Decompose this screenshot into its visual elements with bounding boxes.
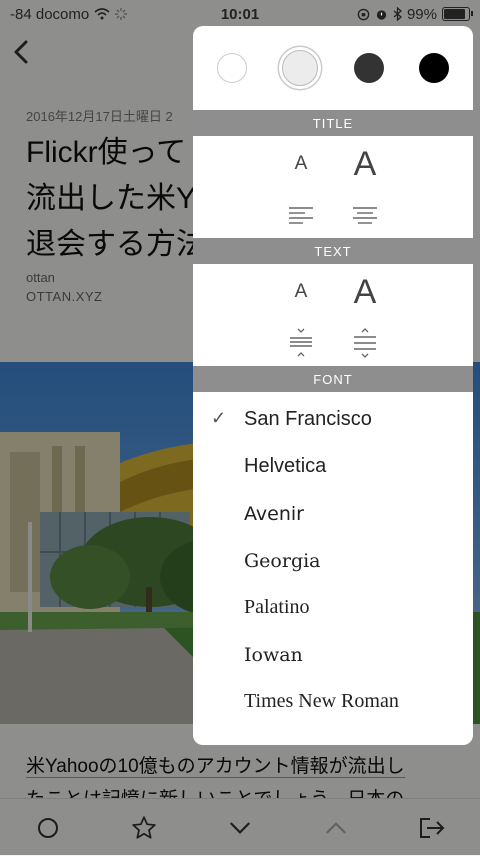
font-option-san-francisco[interactable]: ✓ San Francisco — [193, 396, 473, 443]
orientation-lock-icon — [357, 8, 370, 20]
carrier-label: -84 docomo — [10, 5, 90, 23]
line-spacing-decrease-button[interactable] — [289, 328, 313, 357]
font-option-label: Helvetica — [244, 455, 327, 477]
line-spacing-loose-icon — [354, 328, 376, 358]
loading-icon — [115, 8, 128, 20]
font-option-times-new-roman[interactable]: Times New Roman — [193, 678, 473, 725]
font-option-label: Avenir — [244, 502, 304, 525]
title-section-header: TITLE — [193, 110, 473, 136]
theme-light-gray-button[interactable] — [282, 50, 319, 86]
checkmark-icon: ✓ — [211, 408, 227, 428]
line-spacing-increase-button[interactable] — [353, 328, 377, 358]
bluetooth-icon — [393, 7, 402, 21]
wifi-icon — [94, 8, 110, 20]
text-size-row: A A — [193, 264, 473, 320]
text-size-decrease-button[interactable]: A — [289, 281, 313, 303]
battery-icon — [442, 7, 473, 21]
title-alignment-row — [193, 192, 473, 238]
status-bar: -84 docomo 10:01 99% — [0, 0, 480, 28]
line-spacing-tight-icon — [290, 328, 312, 357]
appearance-popover: TITLE A A TEXT A A FONT ✓ San Francisco … — [193, 26, 473, 745]
align-left-button[interactable] — [289, 203, 313, 227]
line-spacing-row — [193, 320, 473, 366]
title-size-row: A A — [193, 136, 473, 192]
font-option-label: Georgia — [244, 549, 321, 572]
align-center-icon — [353, 207, 377, 224]
font-option-palatino[interactable]: Palatino — [193, 584, 473, 631]
theme-white-button[interactable] — [216, 53, 247, 83]
align-left-icon — [289, 207, 313, 224]
font-list: ✓ San Francisco Helvetica Avenir Georgia… — [193, 392, 473, 725]
font-option-label: San Francisco — [244, 408, 372, 430]
font-option-iowan[interactable]: Iowan — [193, 631, 473, 678]
battery-percent: 99% — [406, 5, 437, 23]
alarm-icon — [376, 9, 387, 20]
theme-row — [193, 26, 473, 110]
text-size-increase-button[interactable]: A — [353, 273, 377, 312]
font-option-helvetica[interactable]: Helvetica — [193, 443, 473, 490]
font-option-avenir[interactable]: Avenir — [193, 490, 473, 537]
font-option-georgia[interactable]: Georgia — [193, 537, 473, 584]
font-option-label: Palatino — [244, 596, 310, 618]
font-section-header: FONT — [193, 366, 473, 392]
font-option-label: Times New Roman — [244, 690, 399, 712]
theme-black-button[interactable] — [419, 53, 450, 83]
title-size-increase-button[interactable]: A — [353, 145, 377, 184]
theme-dark-gray-button[interactable] — [353, 53, 384, 83]
text-section-header: TEXT — [193, 238, 473, 264]
align-center-button[interactable] — [353, 203, 377, 227]
font-option-label: Iowan — [244, 643, 303, 666]
title-size-decrease-button[interactable]: A — [289, 153, 313, 175]
